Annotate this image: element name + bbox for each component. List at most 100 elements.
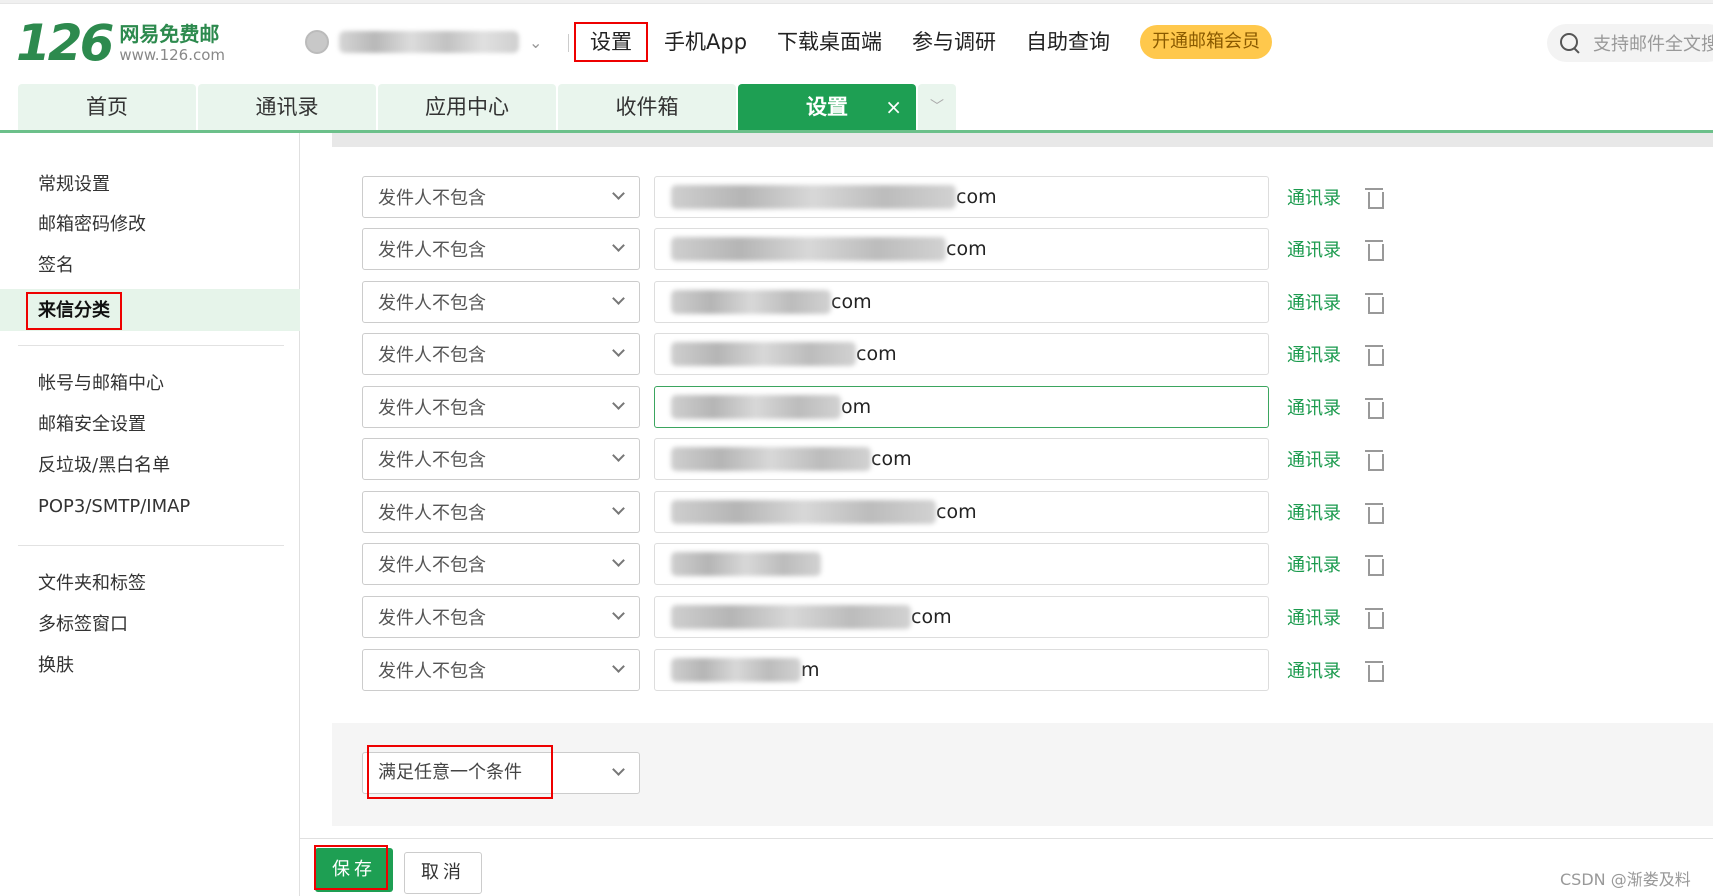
redacted-text: [671, 605, 911, 629]
rule-row: 发件人不包含 com 通讯录: [362, 333, 1384, 375]
contacts-link[interactable]: 通讯录: [1287, 341, 1341, 367]
chevron-down-icon: [612, 239, 625, 252]
contacts-link[interactable]: 通讯录: [1287, 446, 1341, 472]
nav-download-desktop[interactable]: 下载桌面端: [777, 22, 882, 62]
tab-home[interactable]: 首页: [18, 84, 196, 130]
account-name-redacted: [339, 31, 519, 53]
logo-number: 126: [16, 14, 114, 72]
sidebar-item-pop3[interactable]: POP3/SMTP/IMAP: [38, 491, 190, 523]
sidebar-item-incoming-sort[interactable]: 来信分类: [26, 292, 122, 330]
sidebar-item-general[interactable]: 常规设置: [38, 169, 110, 201]
sidebar-item-password[interactable]: 邮箱密码修改: [38, 209, 146, 241]
account-switcher[interactable]: ⌄: [305, 30, 542, 54]
search-input[interactable]: 支持邮件全文搜索: [1593, 30, 1713, 56]
cancel-button[interactable]: 取消: [404, 852, 482, 894]
condition-select[interactable]: 发件人不包含: [362, 596, 640, 638]
condition-select-value: 发件人不包含: [378, 240, 486, 261]
rule-value-input[interactable]: com: [654, 596, 1269, 638]
chevron-down-icon: [612, 502, 625, 515]
trash-icon[interactable]: [1365, 659, 1384, 682]
search-icon: [1559, 32, 1581, 54]
trash-icon[interactable]: [1365, 448, 1384, 471]
redacted-text: [671, 500, 936, 524]
rule-row: 发件人不包含 com 通讯录: [362, 491, 1384, 533]
rule-value-input[interactable]: com: [654, 333, 1269, 375]
condition-select[interactable]: 发件人不包含: [362, 649, 640, 691]
chevron-down-icon: ⌄: [529, 32, 543, 52]
trash-icon[interactable]: [1365, 396, 1384, 419]
sidebar-item-antispam[interactable]: 反垃圾/黑白名单: [38, 450, 170, 482]
rule-value-input[interactable]: com: [654, 176, 1269, 218]
trash-icon[interactable]: [1365, 291, 1384, 314]
rule-row: 发件人不包含 通讯录: [362, 543, 1384, 585]
condition-select-value: 发件人不包含: [378, 293, 486, 314]
sidebar-item-skin[interactable]: 换肤: [38, 650, 74, 682]
search-box[interactable]: 支持邮件全文搜索: [1547, 24, 1713, 62]
chevron-down-icon: [612, 554, 625, 567]
contacts-link[interactable]: 通讯录: [1287, 551, 1341, 577]
sidebar-divider: [18, 545, 284, 546]
contacts-link[interactable]: 通讯录: [1287, 604, 1341, 630]
trash-icon[interactable]: [1365, 238, 1384, 261]
tab-settings[interactable]: 设置 ×: [738, 84, 916, 130]
condition-select[interactable]: 发件人不包含: [362, 438, 640, 480]
contacts-link[interactable]: 通讯录: [1287, 236, 1341, 262]
tabs-more-button[interactable]: ﹀: [918, 84, 956, 130]
condition-select[interactable]: 发件人不包含: [362, 176, 640, 218]
trash-icon[interactable]: [1365, 606, 1384, 629]
condition-select-value: 发件人不包含: [378, 503, 486, 524]
contacts-link[interactable]: 通讯录: [1287, 657, 1341, 683]
logo-text: 网易免费邮 www.126.com: [119, 22, 225, 64]
rule-value-suffix: com: [856, 343, 897, 365]
trash-icon[interactable]: [1365, 186, 1384, 209]
contacts-link[interactable]: 通讯录: [1287, 394, 1341, 420]
highlight-box: [367, 745, 553, 799]
chevron-down-icon: [612, 292, 625, 305]
sidebar-item-signature[interactable]: 签名: [38, 250, 74, 282]
trash-icon[interactable]: [1365, 343, 1384, 366]
rule-value-input[interactable]: [654, 543, 1269, 585]
rule-value-input[interactable]: om: [654, 386, 1269, 428]
rule-value-suffix: com: [871, 448, 912, 470]
nav-mobile-app[interactable]: 手机App: [664, 22, 747, 62]
rule-value-input[interactable]: com: [654, 491, 1269, 533]
contacts-link[interactable]: 通讯录: [1287, 499, 1341, 525]
chevron-down-icon: [612, 660, 625, 673]
condition-select[interactable]: 发件人不包含: [362, 333, 640, 375]
trash-icon[interactable]: [1365, 501, 1384, 524]
redacted-text: [671, 552, 821, 576]
rule-value-input[interactable]: com: [654, 228, 1269, 270]
rule-value-input[interactable]: com: [654, 281, 1269, 323]
condition-select[interactable]: 发件人不包含: [362, 281, 640, 323]
rule-value-suffix: om: [841, 396, 872, 418]
nav-settings[interactable]: 设置: [574, 22, 648, 62]
nav-survey[interactable]: 参与调研: [912, 22, 996, 62]
rule-row: 发件人不包含 com 通讯录: [362, 596, 1384, 638]
contacts-link[interactable]: 通讯录: [1287, 289, 1341, 315]
condition-select[interactable]: 发件人不包含: [362, 386, 640, 428]
rule-value-suffix: com: [956, 186, 997, 208]
sidebar-item-account-center[interactable]: 帐号与邮箱中心: [38, 368, 164, 400]
logo[interactable]: 126 网易免费邮 www.126.com: [16, 18, 225, 68]
tab-apps[interactable]: 应用中心: [378, 84, 556, 130]
rule-value-input[interactable]: com: [654, 438, 1269, 480]
trash-icon[interactable]: [1365, 553, 1384, 576]
vip-button[interactable]: 开通邮箱会员: [1140, 25, 1273, 59]
condition-select[interactable]: 发件人不包含: [362, 228, 640, 270]
rule-row: 发件人不包含 com 通讯录: [362, 281, 1384, 323]
condition-select[interactable]: 发件人不包含: [362, 543, 640, 585]
rule-value-suffix: com: [831, 291, 872, 313]
rule-value-input[interactable]: m: [654, 649, 1269, 691]
sidebar-item-folders[interactable]: 文件夹和标签: [38, 568, 146, 600]
nav-self-service[interactable]: 自助查询: [1026, 22, 1110, 62]
sidebar-item-security[interactable]: 邮箱安全设置: [38, 409, 146, 441]
tab-contacts[interactable]: 通讯录: [198, 84, 376, 130]
condition-select[interactable]: 发件人不包含: [362, 491, 640, 533]
tab-inbox[interactable]: 收件箱: [558, 84, 736, 130]
contacts-link[interactable]: 通讯录: [1287, 184, 1341, 210]
logo-domain: www.126.com: [119, 46, 226, 64]
account-avatar-icon: [305, 30, 329, 54]
sidebar-item-multi-tab[interactable]: 多标签窗口: [38, 609, 128, 641]
chevron-down-icon: [612, 763, 625, 776]
close-icon[interactable]: ×: [885, 84, 902, 130]
